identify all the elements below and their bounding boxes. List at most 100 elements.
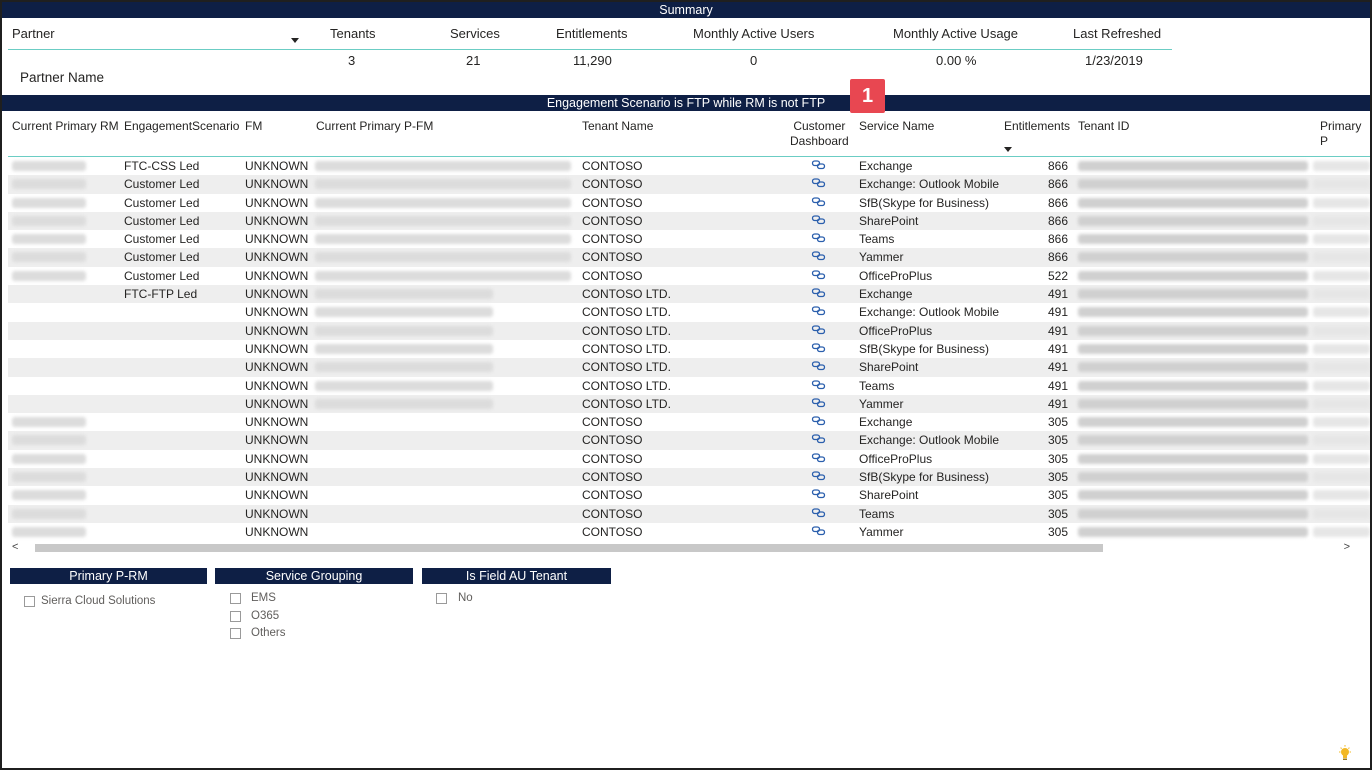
col-header-customer-dashboard[interactable]: Customer Dashboard: [790, 119, 849, 149]
dashboard-link-icon[interactable]: [811, 487, 827, 501]
col-header-fm[interactable]: FM: [245, 119, 262, 134]
redacted-primary-p-cell: [1313, 435, 1370, 446]
col-header-tenant-id[interactable]: Tenant ID: [1078, 119, 1129, 134]
checkbox-no[interactable]: [436, 593, 447, 604]
sort-descending-icon[interactable]: [1004, 147, 1012, 152]
col-header-service-name[interactable]: Service Name: [859, 119, 934, 134]
redacted-rm-cell: [12, 472, 86, 483]
service-name-cell: SharePoint: [859, 213, 919, 228]
table-row[interactable]: UNKNOWN CONTOSO Teams 305: [8, 504, 1370, 523]
slicer-item-label: Others: [251, 627, 286, 639]
entitlements-cell: 866: [1047, 232, 1068, 247]
table-row[interactable]: Customer Led UNKNOWN CONTOSO SfB(Skype for …: [8, 194, 1370, 212]
dashboard-link-icon[interactable]: [811, 432, 827, 446]
dashboard-link-icon[interactable]: [811, 286, 827, 300]
horizontal-scrollbar[interactable]: < >: [8, 541, 1358, 555]
fm-cell: UNKNOWN: [245, 177, 309, 192]
dashboard-link-icon[interactable]: [811, 341, 827, 355]
col-header-current-primary-pfm[interactable]: Current Primary P-FM: [316, 119, 433, 134]
table-row[interactable]: UNKNOWN CONTOSO Exchange: Outlook Mobile 30…: [8, 431, 1370, 450]
table-row[interactable]: UNKNOWN CONTOSO SfB(Skype for Business) 305: [8, 468, 1370, 487]
col-header-entitlements[interactable]: Entitlements: [1004, 119, 1070, 134]
dashboard-link-icon[interactable]: [811, 304, 827, 318]
slicer-item-label: No: [458, 592, 473, 604]
checkbox-others[interactable]: [230, 628, 241, 639]
dashboard-link-icon[interactable]: [811, 414, 827, 428]
col-header-engagement-scenario[interactable]: EngagementScenario: [124, 119, 239, 134]
scroll-thumb[interactable]: [35, 544, 1103, 552]
dashboard-link-icon[interactable]: [811, 231, 827, 245]
redacted-pfm-cell: [315, 307, 493, 318]
dashboard-link-icon[interactable]: [811, 451, 827, 465]
dashboard-link-icon[interactable]: [811, 323, 827, 337]
redacted-tenant-id-cell: [1078, 215, 1308, 226]
table-row[interactable]: UNKNOWN CONTOSO LTD. SfB(Skype for Busines…: [8, 340, 1370, 358]
entitlements-cell: 866: [1047, 250, 1068, 265]
tenant-name-cell: CONTOSO: [582, 177, 643, 192]
engagement-scenario-cell: Customer Led: [124, 232, 200, 247]
redacted-tenant-id-cell: [1078, 398, 1308, 409]
table-row[interactable]: UNKNOWN CONTOSO LTD. Teams 491: [8, 377, 1370, 395]
table-row[interactable]: UNKNOWN CONTOSO OfficeProPlus 305: [8, 450, 1370, 468]
table-row[interactable]: FTC-FTP Led UNKNOWN CONTOSO LTD. Exchange 49…: [8, 285, 1370, 304]
redacted-rm-cell: [12, 508, 86, 519]
scroll-left-icon[interactable]: <: [12, 541, 18, 553]
fm-cell: UNKNOWN: [245, 451, 309, 466]
slicer-item-label: EMS: [251, 592, 276, 604]
scroll-right-icon[interactable]: >: [1344, 541, 1350, 553]
tenant-name-cell: CONTOSO LTD.: [582, 396, 671, 411]
checkbox-o365[interactable]: [230, 611, 241, 622]
engagement-scenario-cell: Customer Led: [124, 213, 200, 228]
dashboard-link-icon[interactable]: [811, 524, 827, 538]
table-row[interactable]: UNKNOWN CONTOSO LTD. SharePoint 491: [8, 358, 1370, 377]
dashboard-link-icon[interactable]: [811, 249, 827, 263]
redacted-rm-cell: [12, 490, 86, 501]
table-row[interactable]: Customer Led UNKNOWN CONTOSO Yammer 866: [8, 248, 1370, 267]
fm-cell: UNKNOWN: [245, 232, 309, 247]
redacted-pfm-cell: [315, 343, 493, 354]
dashboard-link-icon[interactable]: [811, 195, 827, 209]
col-header-tenant-name[interactable]: Tenant Name: [582, 119, 653, 134]
table-row[interactable]: UNKNOWN CONTOSO Yammer 305: [8, 523, 1370, 541]
checkbox-sierra-cloud-solutions[interactable]: [24, 596, 35, 607]
dashboard-link-icon[interactable]: [811, 359, 827, 373]
table-row[interactable]: UNKNOWN CONTOSO SharePoint 305: [8, 486, 1370, 504]
dashboard-link-icon[interactable]: [811, 396, 827, 410]
dashboard-link-icon[interactable]: [811, 469, 827, 483]
col-header-primary-p[interactable]: Primary P: [1320, 119, 1372, 149]
dashboard-link-icon[interactable]: [811, 176, 827, 190]
redacted-primary-p-cell: [1313, 526, 1370, 537]
checkbox-ems[interactable]: [230, 593, 241, 604]
dashboard-link-icon[interactable]: [811, 506, 827, 520]
services-value: 21: [466, 53, 481, 68]
tenant-name-cell: CONTOSO: [582, 451, 643, 466]
entitlements-header: Entitlements: [556, 26, 628, 41]
service-name-cell: SfB(Skype for Business): [859, 341, 990, 356]
tenant-name-cell: CONTOSO LTD.: [582, 305, 671, 320]
col-header-current-primary-rm[interactable]: Current Primary RM: [12, 119, 119, 134]
engagement-scenario-cell: Customer Led: [124, 250, 200, 265]
partner-dropdown-caret-icon[interactable]: [291, 38, 299, 43]
redacted-primary-p-cell: [1313, 325, 1370, 336]
redacted-tenant-id-cell: [1078, 307, 1308, 318]
fm-cell: UNKNOWN: [245, 159, 309, 173]
table-row[interactable]: UNKNOWN CONTOSO LTD. OfficeProPlus 491: [8, 321, 1370, 340]
table-row[interactable]: UNKNOWN CONTOSO LTD. Yammer 491: [8, 394, 1370, 414]
table-row[interactable]: UNKNOWN CONTOSO LTD. Exchange: Outlook Mob…: [8, 303, 1370, 321]
summary-divider: [8, 49, 1172, 50]
table-row[interactable]: Customer Led UNKNOWN CONTOSO SharePoint 866: [8, 211, 1370, 231]
engagement-scenario-cell: FTC-FTP Led: [124, 287, 198, 302]
partner-header: Partner: [12, 26, 55, 41]
table-row[interactable]: UNKNOWN CONTOSO Exchange 305: [8, 413, 1370, 431]
redacted-pfm-cell: [315, 215, 571, 226]
dashboard-link-icon[interactable]: [811, 213, 827, 227]
table-row[interactable]: Customer Led UNKNOWN CONTOSO Exchange: Outl…: [8, 175, 1370, 194]
dashboard-link-icon[interactable]: [811, 268, 827, 282]
table-row[interactable]: Customer Led UNKNOWN CONTOSO OfficeProPlus 5…: [8, 267, 1370, 285]
lightbulb-icon[interactable]: [1338, 745, 1352, 763]
table-row[interactable]: Customer Led UNKNOWN CONTOSO Teams 866: [8, 230, 1370, 248]
dashboard-link-icon[interactable]: [811, 158, 827, 172]
tenants-header: Tenants: [330, 26, 376, 41]
dashboard-link-icon[interactable]: [811, 378, 827, 392]
table-row[interactable]: FTC-CSS Led UNKNOWN CONTOSO Exchange 866: [8, 157, 1370, 175]
